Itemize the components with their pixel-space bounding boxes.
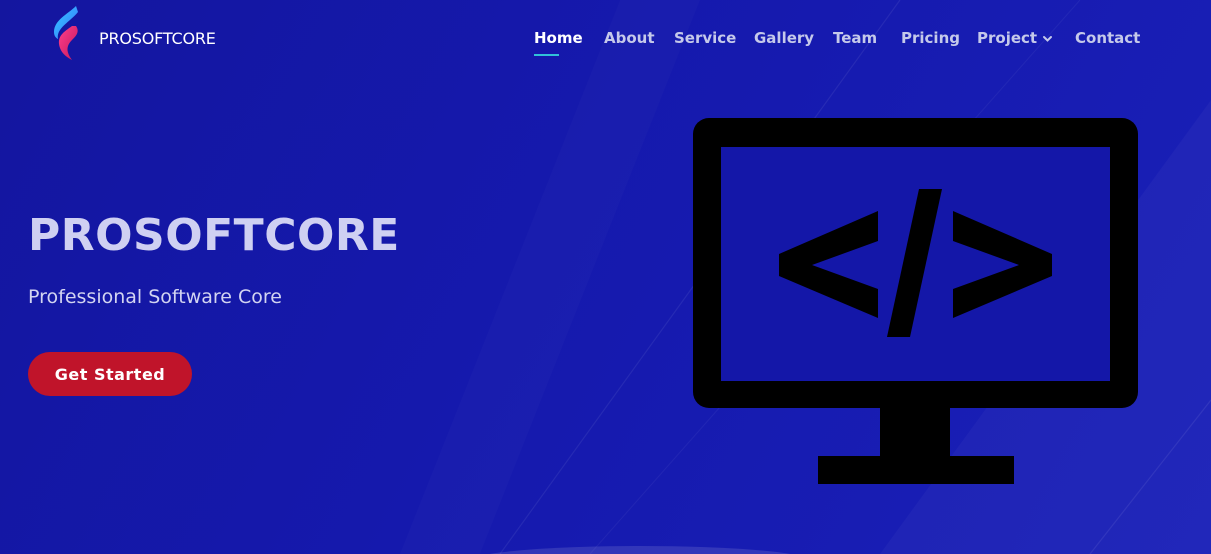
nav-project[interactable]: Project [977, 29, 1053, 47]
nav-team[interactable]: Team [833, 29, 877, 47]
code-monitor-icon [693, 118, 1138, 484]
site-header: PROSOFTCORE Home About Service Gallery T… [0, 0, 1211, 80]
chevron-down-icon [1043, 35, 1053, 42]
nav-contact[interactable]: Contact [1075, 29, 1140, 47]
nav-project-label: Project [977, 29, 1038, 47]
active-nav-indicator [534, 54, 559, 56]
nav-pricing[interactable]: Pricing [901, 29, 960, 47]
nav-service[interactable]: Service [674, 29, 736, 47]
main-nav: Home About Service Gallery Team Pricing … [0, 29, 1211, 59]
hero-subtitle: Professional Software Core [28, 286, 282, 308]
nav-gallery[interactable]: Gallery [754, 29, 814, 47]
get-started-button[interactable]: Get Started [28, 352, 192, 396]
hero-title: PROSOFTCORE [28, 210, 400, 261]
nav-about[interactable]: About [604, 29, 655, 47]
nav-home[interactable]: Home [534, 29, 583, 47]
